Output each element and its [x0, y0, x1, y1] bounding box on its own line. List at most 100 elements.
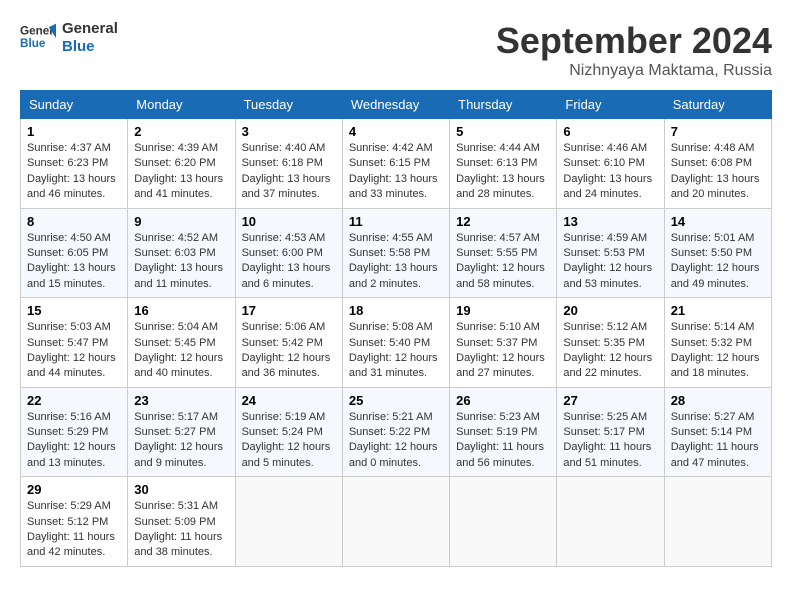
logo-blue: Blue	[62, 38, 118, 56]
day-number: 12	[456, 214, 550, 229]
calendar-cell: 8Sunrise: 4:50 AM Sunset: 6:05 PM Daylig…	[21, 208, 128, 298]
calendar: SundayMondayTuesdayWednesdayThursdayFrid…	[20, 90, 772, 567]
day-number: 15	[27, 303, 121, 318]
day-info: Sunrise: 5:19 AM Sunset: 5:24 PM Dayligh…	[242, 410, 336, 472]
calendar-cell: 23 Sunrise: 5:17 AM Sunset: 5:27 PM Dayli…	[128, 387, 235, 477]
calendar-cell: 1 Sunrise: 4:37 AM Sunset: 6:23 PM Daylig…	[21, 119, 128, 209]
title-block: September 2024 Nizhnyaya Maktama, Russia	[496, 20, 772, 80]
calendar-cell: 27Sunrise: 5:25 AM Sunset: 5:17 PM Dayli…	[557, 387, 664, 477]
day-info: Sunrise: 4:39 AM Sunset: 6:20 PM Dayligh…	[134, 141, 228, 203]
week-row-4: 22Sunrise: 5:16 AM Sunset: 5:29 PM Dayli…	[21, 387, 772, 477]
calendar-cell: 17Sunrise: 5:06 AM Sunset: 5:42 PM Dayli…	[235, 298, 342, 388]
day-number: 7	[671, 124, 765, 139]
day-number: 3	[242, 124, 336, 139]
day-info: Sunrise: 5:27 AM Sunset: 5:14 PM Dayligh…	[671, 410, 765, 472]
location: Nizhnyaya Maktama, Russia	[496, 62, 772, 80]
calendar-cell: 15 Sunrise: 5:03 AM Sunset: 5:47 PM Dayli…	[21, 298, 128, 388]
header-wednesday: Wednesday	[342, 91, 449, 119]
day-info: Sunrise: 4:40 AM Sunset: 6:18 PM Dayligh…	[242, 141, 336, 203]
day-number: 2	[134, 124, 228, 139]
day-number: 11	[349, 214, 443, 229]
day-number: 5	[456, 124, 550, 139]
day-info: Sunrise: 4:46 AM Sunset: 6:10 PM Dayligh…	[563, 141, 657, 203]
calendar-cell: 10 Sunrise: 4:53 AM Sunset: 6:00 PM Dayli…	[235, 208, 342, 298]
day-info: Sunrise: 4:59 AM Sunset: 5:53 PM Dayligh…	[563, 231, 657, 293]
calendar-cell: 18Sunrise: 5:08 AM Sunset: 5:40 PM Dayli…	[342, 298, 449, 388]
calendar-cell: 9Sunrise: 4:52 AM Sunset: 6:03 PM Daylig…	[128, 208, 235, 298]
month-title: September 2024	[496, 20, 772, 62]
calendar-cell: 16 Sunrise: 5:04 AM Sunset: 5:45 PM Dayli…	[128, 298, 235, 388]
calendar-cell	[664, 477, 771, 567]
calendar-cell: 11Sunrise: 4:55 AM Sunset: 5:58 PM Dayli…	[342, 208, 449, 298]
calendar-cell: 4Sunrise: 4:42 AM Sunset: 6:15 PM Daylig…	[342, 119, 449, 209]
day-info: Sunrise: 5:01 AM Sunset: 5:50 PM Dayligh…	[671, 231, 765, 293]
week-row-1: 1 Sunrise: 4:37 AM Sunset: 6:23 PM Daylig…	[21, 119, 772, 209]
day-number: 14	[671, 214, 765, 229]
header-friday: Friday	[557, 91, 664, 119]
header-monday: Monday	[128, 91, 235, 119]
calendar-cell: 14 Sunrise: 5:01 AM Sunset: 5:50 PM Dayli…	[664, 208, 771, 298]
header-sunday: Sunday	[21, 91, 128, 119]
calendar-cell: 22Sunrise: 5:16 AM Sunset: 5:29 PM Dayli…	[21, 387, 128, 477]
header-thursday: Thursday	[450, 91, 557, 119]
day-info: Sunrise: 5:10 AM Sunset: 5:37 PM Dayligh…	[456, 320, 550, 382]
day-number: 21	[671, 303, 765, 318]
calendar-cell	[557, 477, 664, 567]
day-info: Sunrise: 5:23 AM Sunset: 5:19 PM Dayligh…	[456, 410, 550, 472]
day-number: 24	[242, 393, 336, 408]
day-info: Sunrise: 4:42 AM Sunset: 6:15 PM Dayligh…	[349, 141, 443, 203]
calendar-cell	[450, 477, 557, 567]
day-info: Sunrise: 5:03 AM Sunset: 5:47 PM Dayligh…	[27, 320, 121, 382]
calendar-cell: 3 Sunrise: 4:40 AM Sunset: 6:18 PM Daylig…	[235, 119, 342, 209]
calendar-cell: 26 Sunrise: 5:23 AM Sunset: 5:19 PM Dayli…	[450, 387, 557, 477]
day-number: 17	[242, 303, 336, 318]
day-info: Sunrise: 5:29 AM Sunset: 5:12 PM Dayligh…	[27, 499, 121, 561]
header-tuesday: Tuesday	[235, 91, 342, 119]
day-info: Sunrise: 5:25 AM Sunset: 5:17 PM Dayligh…	[563, 410, 657, 472]
calendar-cell	[235, 477, 342, 567]
page-header: General Blue General Blue September 2024…	[20, 20, 772, 80]
day-info: Sunrise: 5:16 AM Sunset: 5:29 PM Dayligh…	[27, 410, 121, 472]
calendar-cell: 24 Sunrise: 5:19 AM Sunset: 5:24 PM Dayli…	[235, 387, 342, 477]
calendar-cell: 2 Sunrise: 4:39 AM Sunset: 6:20 PM Daylig…	[128, 119, 235, 209]
day-info: Sunrise: 5:04 AM Sunset: 5:45 PM Dayligh…	[134, 320, 228, 382]
day-info: Sunrise: 4:48 AM Sunset: 6:08 PM Dayligh…	[671, 141, 765, 203]
day-info: Sunrise: 5:14 AM Sunset: 5:32 PM Dayligh…	[671, 320, 765, 382]
header-row: SundayMondayTuesdayWednesdayThursdayFrid…	[21, 91, 772, 119]
calendar-cell: 20 Sunrise: 5:12 AM Sunset: 5:35 PM Dayli…	[557, 298, 664, 388]
day-info: Sunrise: 4:53 AM Sunset: 6:00 PM Dayligh…	[242, 231, 336, 293]
day-number: 23	[134, 393, 228, 408]
day-info: Sunrise: 4:57 AM Sunset: 5:55 PM Dayligh…	[456, 231, 550, 293]
calendar-cell: 28 Sunrise: 5:27 AM Sunset: 5:14 PM Dayli…	[664, 387, 771, 477]
day-info: Sunrise: 5:08 AM Sunset: 5:40 PM Dayligh…	[349, 320, 443, 382]
header-saturday: Saturday	[664, 91, 771, 119]
day-number: 25	[349, 393, 443, 408]
day-info: Sunrise: 4:37 AM Sunset: 6:23 PM Dayligh…	[27, 141, 121, 203]
day-info: Sunrise: 5:17 AM Sunset: 5:27 PM Dayligh…	[134, 410, 228, 472]
calendar-cell: 7 Sunrise: 4:48 AM Sunset: 6:08 PM Daylig…	[664, 119, 771, 209]
day-number: 20	[563, 303, 657, 318]
day-info: Sunrise: 5:12 AM Sunset: 5:35 PM Dayligh…	[563, 320, 657, 382]
svg-text:Blue: Blue	[20, 37, 46, 50]
day-number: 16	[134, 303, 228, 318]
week-row-2: 8Sunrise: 4:50 AM Sunset: 6:05 PM Daylig…	[21, 208, 772, 298]
day-number: 30	[134, 482, 228, 497]
day-info: Sunrise: 4:52 AM Sunset: 6:03 PM Dayligh…	[134, 231, 228, 293]
calendar-cell: 6Sunrise: 4:46 AM Sunset: 6:10 PM Daylig…	[557, 119, 664, 209]
day-number: 13	[563, 214, 657, 229]
calendar-cell	[342, 477, 449, 567]
day-number: 28	[671, 393, 765, 408]
calendar-cell: 13 Sunrise: 4:59 AM Sunset: 5:53 PM Dayli…	[557, 208, 664, 298]
day-number: 1	[27, 124, 121, 139]
day-info: Sunrise: 4:50 AM Sunset: 6:05 PM Dayligh…	[27, 231, 121, 293]
calendar-cell: 30Sunrise: 5:31 AM Sunset: 5:09 PM Dayli…	[128, 477, 235, 567]
calendar-cell: 29Sunrise: 5:29 AM Sunset: 5:12 PM Dayli…	[21, 477, 128, 567]
calendar-cell: 21 Sunrise: 5:14 AM Sunset: 5:32 PM Dayli…	[664, 298, 771, 388]
day-info: Sunrise: 5:21 AM Sunset: 5:22 PM Dayligh…	[349, 410, 443, 472]
day-number: 19	[456, 303, 550, 318]
calendar-cell: 12 Sunrise: 4:57 AM Sunset: 5:55 PM Dayli…	[450, 208, 557, 298]
day-number: 10	[242, 214, 336, 229]
logo-general: General	[62, 20, 118, 38]
logo-icon: General Blue	[20, 20, 56, 56]
day-number: 26	[456, 393, 550, 408]
